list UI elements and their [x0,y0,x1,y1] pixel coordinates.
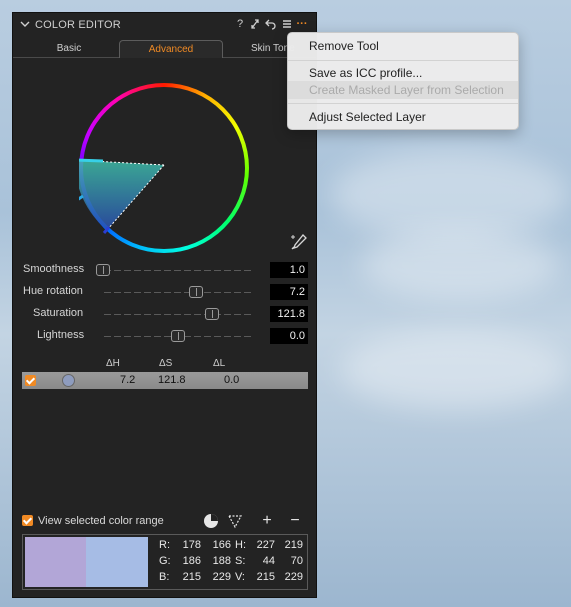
slider-lightness: Lightness 0.0 [13,327,316,345]
smoothness-value[interactable]: 1.0 [270,262,308,278]
color-wheel[interactable] [79,83,249,253]
row-checkbox[interactable] [25,375,36,386]
saturation-track[interactable] [104,314,254,315]
color-editor-panel: COLOR EDITOR ? ··· Basic Advanced Skin T… [12,12,317,598]
panel-title: COLOR EDITOR [35,19,121,31]
tab-basic[interactable]: Basic [19,40,119,57]
slider-hue-rotation: Hue rotation 7.2 [13,283,316,301]
hue-rotation-knob[interactable] [189,286,203,298]
saturation-knob[interactable] [205,308,219,320]
list-icon[interactable] [281,17,293,31]
rgb-adjusted-values: 166 188 229 [212,539,231,583]
col-dl: ΔL [213,358,226,369]
saturation-label: Saturation [33,307,84,319]
row-ds: 121.8 [158,374,186,386]
hsv-original-values: 227 44 215 [256,539,275,583]
menu-item-adjust-selected-layer[interactable]: Adjust Selected Layer [288,108,518,126]
lightness-knob[interactable] [171,330,185,342]
menu-item-save-icc[interactable]: Save as ICC profile... [288,64,518,82]
smoothness-label: Smoothness [23,263,85,275]
collapse-chevron-icon[interactable] [19,18,31,30]
row-dh: 7.2 [120,374,136,386]
eyedropper-icon[interactable] [290,233,308,251]
smoothness-track[interactable] [104,270,254,271]
hsv-adjusted-values: 219 70 229 [284,539,303,583]
lightness-value[interactable]: 0.0 [270,328,308,344]
rgb-original-values: 178 186 215 [182,539,201,583]
slider-saturation: Saturation 121.8 [13,305,316,323]
table-header: ΔH ΔS ΔL [13,358,316,370]
view-selected-label: View selected color range [38,515,164,527]
view-selected-checkbox[interactable] [22,515,33,526]
add-icon[interactable]: + [259,513,275,529]
table-row[interactable]: 7.2 121.8 0.0 [22,372,308,389]
slider-smoothness: Smoothness 1.0 [13,261,316,279]
panel-header: COLOR EDITOR ? ··· [13,13,316,37]
menu-separator [288,60,518,61]
smoothness-knob[interactable] [96,264,110,276]
hue-rotation-label: Hue rotation [23,285,83,297]
lightness-label: Lightness [37,329,85,341]
menu-separator [288,103,518,104]
remove-icon[interactable]: − [287,513,303,529]
help-icon[interactable]: ? [234,17,246,31]
selection-wedge[interactable] [79,83,249,253]
expand-icon[interactable] [249,17,261,31]
row-dl: 0.0 [224,374,240,386]
hsv-labels: H: S: V: [235,539,246,583]
col-ds: ΔS [159,358,173,369]
color-wheel-view-icon[interactable] [203,513,219,529]
reset-icon[interactable] [265,17,277,31]
color-preview: R: G: B: 178 186 215 166 188 229 H: S: V: 227 44 2… [22,534,308,590]
row-color-swatch [62,374,75,387]
wedge-view-icon[interactable] [227,513,243,529]
tab-advanced[interactable]: Advanced [119,40,223,58]
hue-rotation-track[interactable] [104,292,254,293]
context-menu: Remove Tool Save as ICC profile... Creat… [287,32,519,130]
rgb-labels: R: G: B: [159,539,171,583]
col-dh: ΔH [106,358,120,369]
adjusted-color-swatch [86,537,148,587]
menu-item-create-masked-layer: Create Masked Layer from Selection [288,81,518,99]
tab-bar: Basic Advanced Skin Tone [13,38,316,58]
menu-item-remove-tool[interactable]: Remove Tool [288,37,518,55]
more-icon[interactable]: ··· [296,17,308,31]
original-color-swatch [25,537,86,587]
saturation-value[interactable]: 121.8 [270,306,308,322]
hue-rotation-value[interactable]: 7.2 [270,284,308,300]
